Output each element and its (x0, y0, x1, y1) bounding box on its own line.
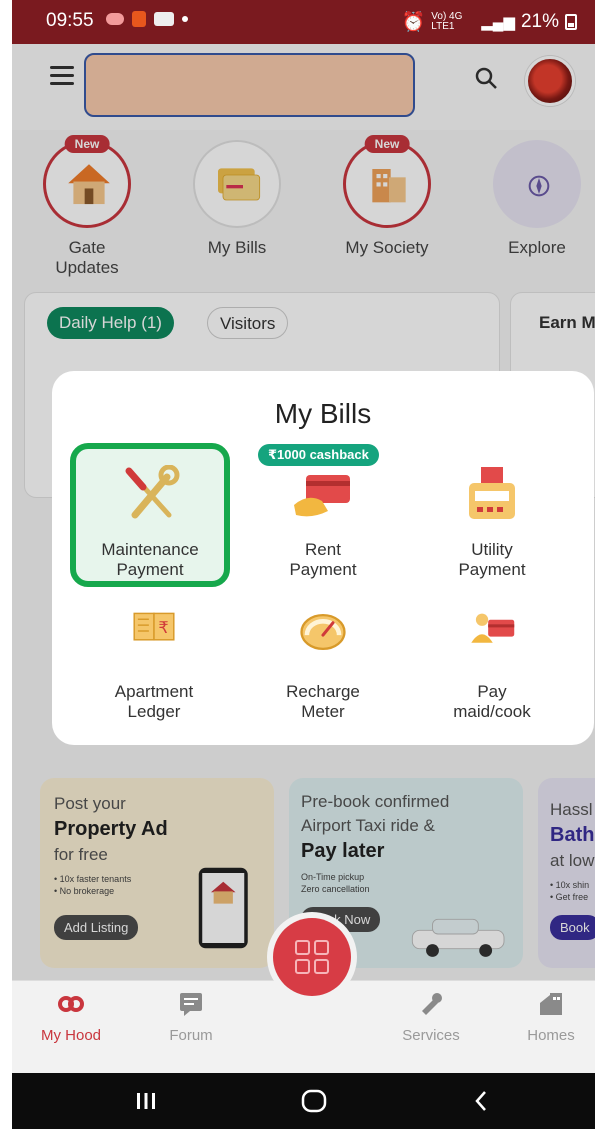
nav-homes[interactable]: Homes (511, 991, 591, 1044)
svg-text:₹: ₹ (158, 618, 168, 637)
my-bills-dialog: My Bills ₹1000 cashback Maintenance Paym… (52, 371, 594, 745)
tile-label-line2: Payment (458, 560, 526, 579)
network-type: Vo) 4G LTE1 (431, 11, 463, 32)
tile-label-line2: Ledger (127, 702, 181, 721)
recent-apps-icon[interactable] (134, 1089, 158, 1113)
apps-grid-button[interactable] (273, 918, 351, 996)
tile-label-line2: maid/cook (453, 702, 531, 721)
phone-screen: 09:55 ⏰ Vo) 4G LTE1 ▂▄▆ 21% New Gate Upd… (12, 0, 595, 1129)
maintenance-payment-tile[interactable]: Maintenance Payment (70, 464, 230, 580)
tile-label-line1: Utility (471, 540, 513, 559)
services-icon (422, 993, 442, 1015)
tile-label-line1: Pay (477, 682, 507, 701)
rent-payment-tile[interactable]: Rent Payment (243, 465, 403, 580)
rent-card-icon (294, 475, 350, 517)
nav-label: Forum (169, 1027, 213, 1044)
system-navigation-bar (12, 1073, 595, 1129)
nav-label: Homes (527, 1027, 575, 1044)
nav-label: My Hood (40, 1027, 102, 1044)
my-hood-icon (58, 996, 84, 1012)
tile-label-line2: Payment (116, 560, 184, 579)
nav-forum[interactable]: Forum (151, 991, 231, 1044)
office-notification-icon (132, 11, 146, 27)
notification-icons (106, 11, 188, 27)
ledger-book-icon: ₹ (133, 612, 175, 641)
nav-label: Services (402, 1027, 460, 1044)
message-notification-icon (154, 12, 174, 26)
tile-label-line1: Maintenance (101, 540, 199, 559)
dialog-title: My Bills (274, 398, 372, 429)
more-notifications-dot (182, 16, 188, 22)
tile-label-line1: Rent (305, 540, 341, 559)
tile-label-line2: Payment (289, 560, 357, 579)
status-time: 09:55 (46, 10, 94, 31)
signal-icon: ▂▄▆ (481, 14, 515, 31)
battery-icon (565, 14, 577, 30)
battery-level: 21% (520, 11, 559, 32)
forum-icon (180, 993, 202, 1016)
tile-label-line1: Recharge (286, 682, 360, 701)
utility-bill-icon (469, 467, 515, 519)
alarm-icon: ⏰ (401, 12, 426, 33)
cashback-badge: ₹1000 cashback (258, 444, 379, 466)
status-bar: 09:55 ⏰ Vo) 4G LTE1 ▂▄▆ 21% (12, 0, 595, 44)
wrench-screwdriver-icon (125, 464, 180, 519)
homes-icon (540, 993, 562, 1015)
tile-label-line2: Meter (301, 702, 345, 721)
meter-gauge-icon (300, 613, 346, 651)
grid-icon (295, 940, 329, 974)
home-icon[interactable] (300, 1089, 328, 1113)
nav-services[interactable]: Services (391, 991, 471, 1044)
app-notification-icon (106, 13, 124, 25)
status-right: ⏰ Vo) 4G LTE1 ▂▄▆ 21% (402, 10, 577, 34)
apartment-ledger-tile[interactable]: ₹ Apartment Ledger (74, 609, 234, 722)
back-icon[interactable] (470, 1089, 494, 1113)
tile-label-line1: Apartment (114, 682, 194, 701)
recharge-meter-tile[interactable]: Recharge Meter (243, 609, 403, 722)
pay-maid-cook-tile[interactable]: Pay maid/cook (412, 609, 572, 722)
nav-my-hood[interactable]: My Hood (31, 991, 111, 1044)
utility-payment-tile[interactable]: Utility Payment (412, 465, 572, 580)
pay-maid-icon (471, 613, 515, 643)
